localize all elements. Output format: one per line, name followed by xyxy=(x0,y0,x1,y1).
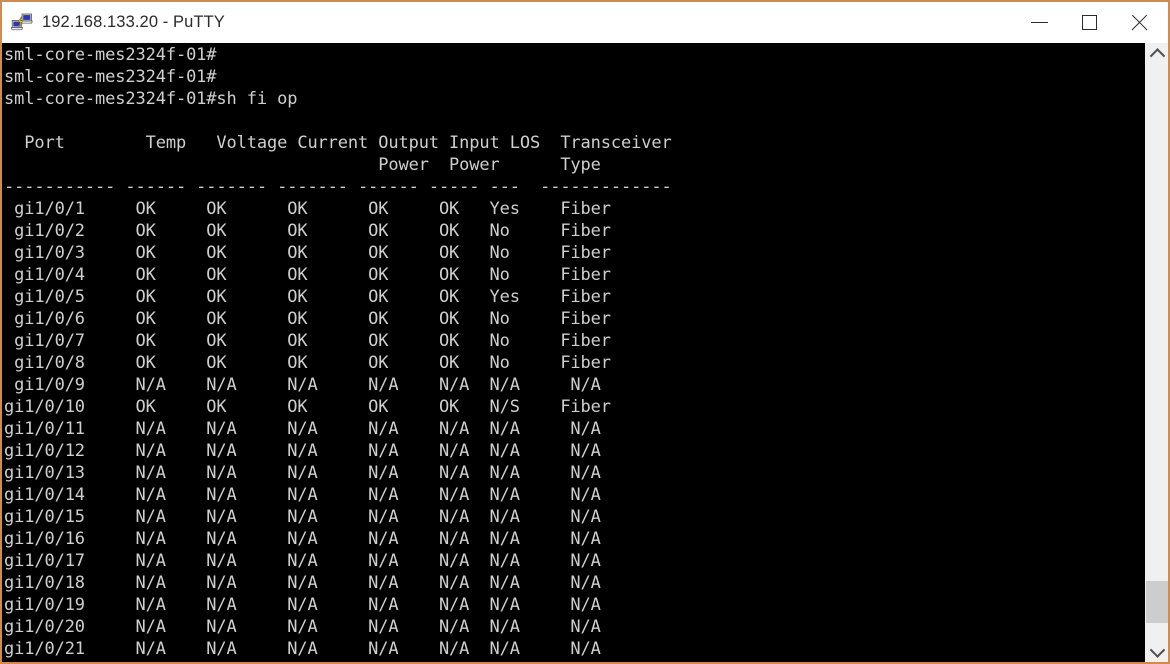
scrollbar-track[interactable] xyxy=(1146,65,1168,640)
terminal-line: gi1/0/8 OK OK OK OK OK No Fiber xyxy=(4,353,611,373)
terminal-screen[interactable]: sml-core-mes2324f-01# sml-core-mes2324f-0… xyxy=(2,43,1145,662)
terminal-line: ----------- ------ ------- ------- -----… xyxy=(4,177,672,197)
terminal-line: gi1/0/9 N/A N/A N/A N/A N/A N/A N/A xyxy=(4,375,601,395)
terminal-output: sml-core-mes2324f-01# sml-core-mes2324f-0… xyxy=(4,44,1145,660)
terminal-line: gi1/0/3 OK OK OK OK OK No Fiber xyxy=(4,243,611,263)
terminal-line: gi1/0/20 N/A N/A N/A N/A N/A N/A N/A xyxy=(4,617,601,637)
terminal-line: gi1/0/12 N/A N/A N/A N/A N/A N/A N/A xyxy=(4,441,601,461)
scroll-up-icon xyxy=(1149,47,1165,64)
close-button[interactable] xyxy=(1114,2,1164,43)
title-bar-left: 192.168.133.20 - PuTTY xyxy=(2,12,1014,34)
title-bar[interactable]: 192.168.133.20 - PuTTY xyxy=(2,2,1168,43)
terminal-line: gi1/0/21 N/A N/A N/A N/A N/A N/A N/A xyxy=(4,639,601,659)
terminal-line: gi1/0/6 OK OK OK OK OK No Fiber xyxy=(4,309,611,329)
terminal-line: gi1/0/19 N/A N/A N/A N/A N/A N/A N/A xyxy=(4,595,601,615)
terminal-line: gi1/0/2 OK OK OK OK OK No Fiber xyxy=(4,221,611,241)
terminal-line: gi1/0/10 OK OK OK OK OK N/S Fiber xyxy=(4,397,611,417)
terminal-line: gi1/0/5 OK OK OK OK OK Yes Fiber xyxy=(4,287,611,307)
maximize-icon xyxy=(1081,15,1097,30)
maximize-button[interactable] xyxy=(1064,2,1114,43)
terminal-line: gi1/0/17 N/A N/A N/A N/A N/A N/A N/A xyxy=(4,551,601,571)
scroll-down-icon xyxy=(1149,641,1165,658)
minimize-button[interactable] xyxy=(1014,2,1064,43)
terminal-line: gi1/0/14 N/A N/A N/A N/A N/A N/A N/A xyxy=(4,485,601,505)
terminal-line: gi1/0/7 OK OK OK OK OK No Fiber xyxy=(4,331,611,351)
terminal-scrollbar[interactable] xyxy=(1145,43,1168,662)
putty-window: 192.168.133.20 - PuTTY sml-core-mes2324f… xyxy=(0,0,1170,664)
terminal-line: Port Temp Voltage Current Output Input L… xyxy=(4,133,672,153)
terminal-line: sml-core-mes2324f-01#sh fi op xyxy=(4,89,298,109)
terminal-line: sml-core-mes2324f-01# xyxy=(4,45,217,65)
window-caption-buttons xyxy=(1014,2,1164,43)
terminal-line: gi1/0/1 OK OK OK OK OK Yes Fiber xyxy=(4,199,611,219)
putty-app-icon xyxy=(10,12,33,34)
window-title: 192.168.133.20 - PuTTY xyxy=(42,13,225,31)
scroll-up-button[interactable] xyxy=(1146,43,1168,65)
terminal-line: gi1/0/4 OK OK OK OK OK No Fiber xyxy=(4,265,611,285)
terminal-line: gi1/0/16 N/A N/A N/A N/A N/A N/A N/A xyxy=(4,529,601,549)
terminal-line: sml-core-mes2324f-01# xyxy=(4,67,217,87)
terminal-line: gi1/0/11 N/A N/A N/A N/A N/A N/A N/A xyxy=(4,419,601,439)
close-icon xyxy=(1130,13,1149,32)
terminal-line: gi1/0/13 N/A N/A N/A N/A N/A N/A N/A xyxy=(4,463,601,483)
scrollbar-thumb[interactable] xyxy=(1146,581,1168,623)
scroll-down-button[interactable] xyxy=(1146,640,1168,662)
minimize-icon xyxy=(1030,22,1048,23)
terminal-line: gi1/0/15 N/A N/A N/A N/A N/A N/A N/A xyxy=(4,507,601,527)
terminal-line: Power Power Type xyxy=(4,155,601,175)
terminal-area: sml-core-mes2324f-01# sml-core-mes2324f-0… xyxy=(2,43,1168,662)
terminal-line: gi1/0/18 N/A N/A N/A N/A N/A N/A N/A xyxy=(4,573,601,593)
